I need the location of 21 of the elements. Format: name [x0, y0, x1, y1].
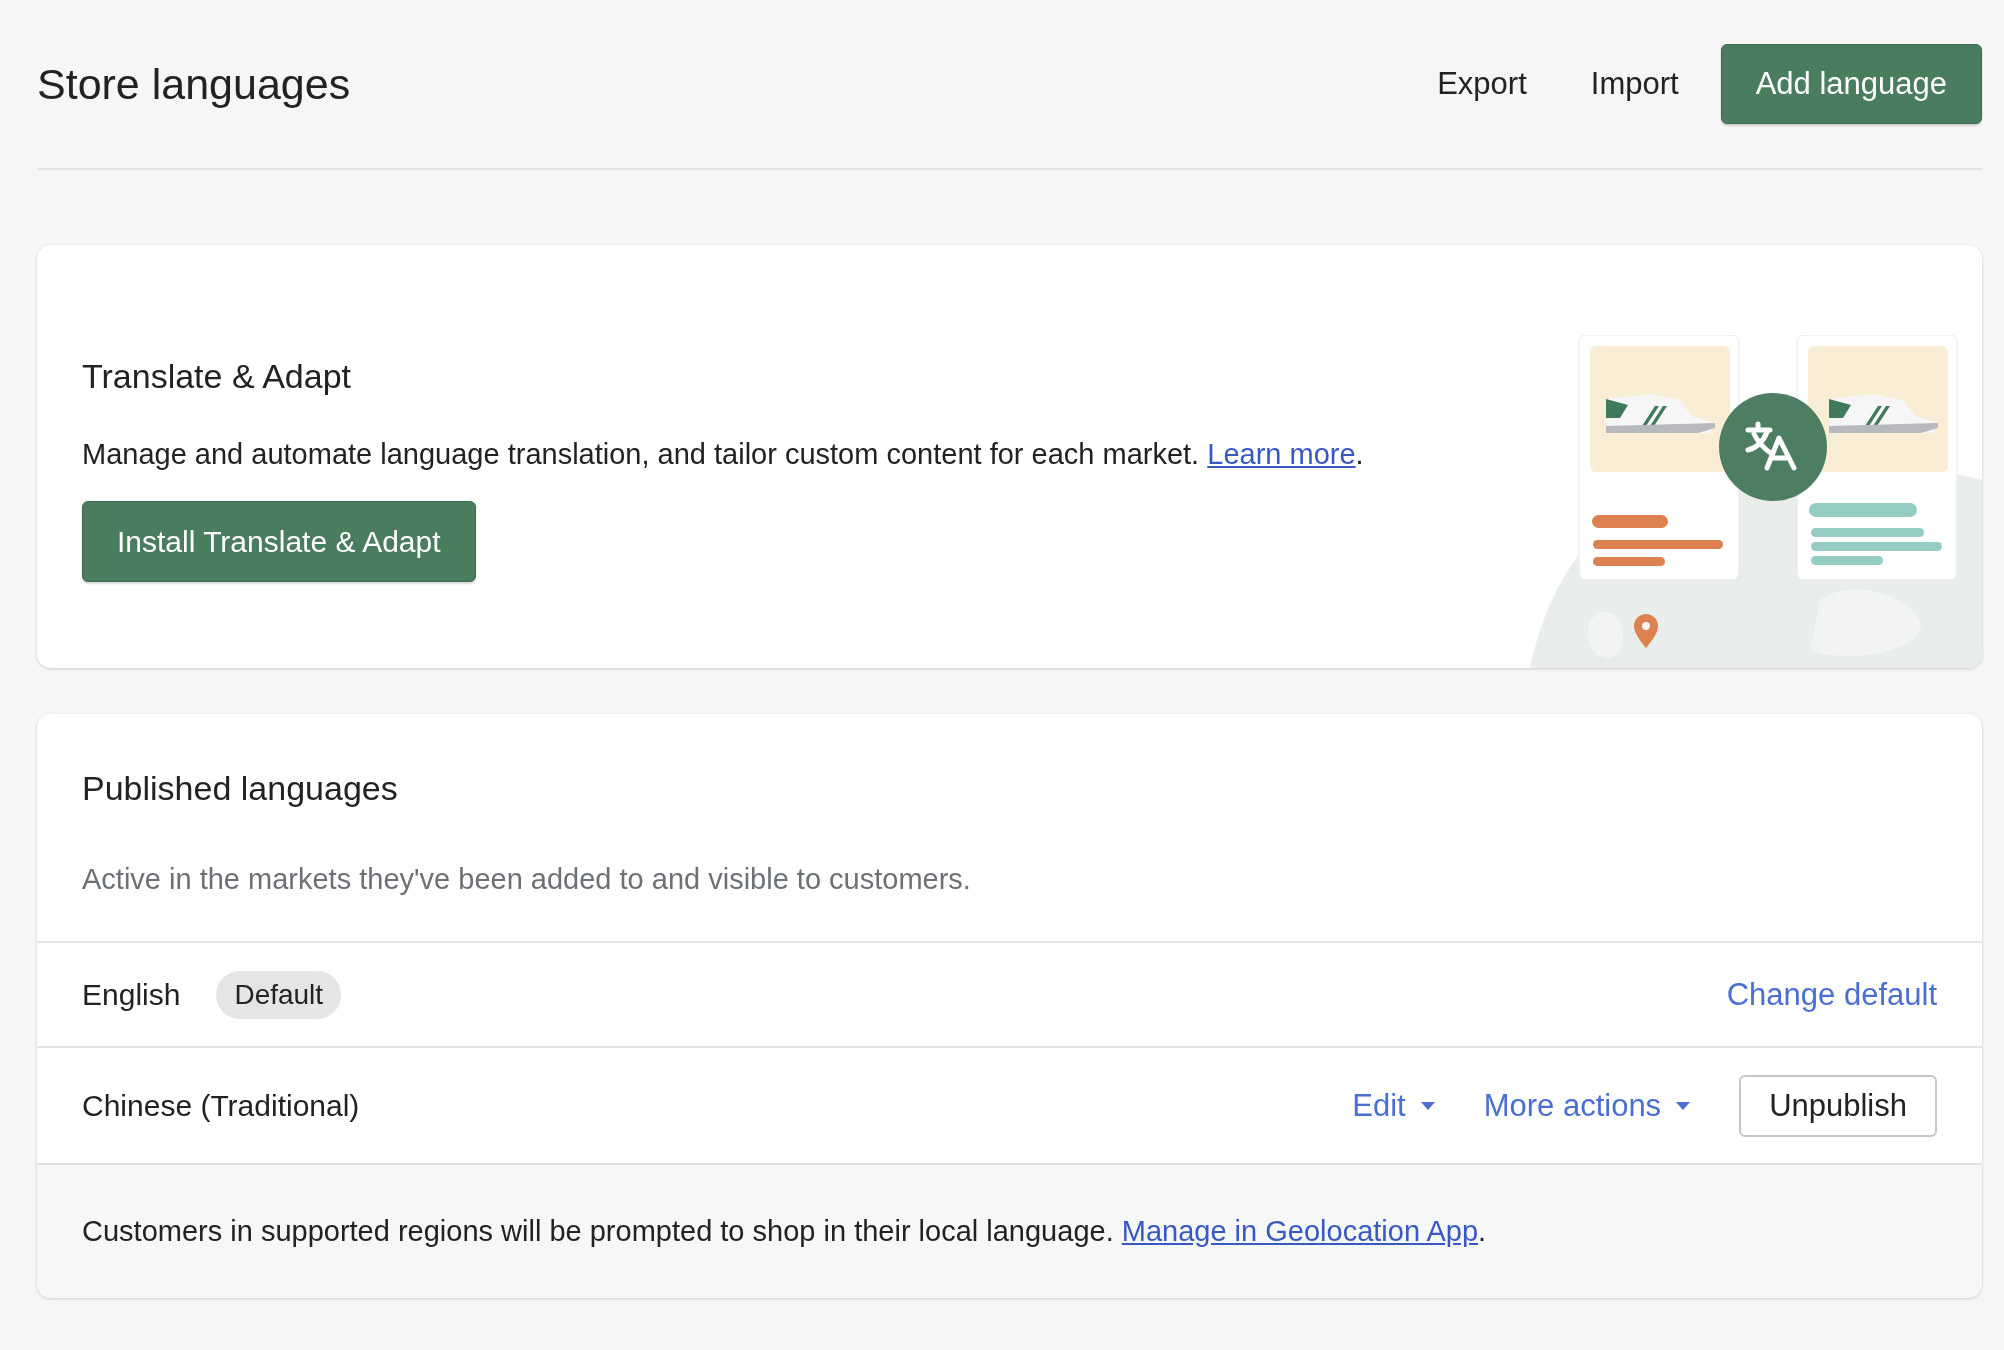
change-default-link[interactable]: Change default: [1726, 976, 1937, 1013]
page-title: Store languages: [37, 59, 351, 109]
header-action-button[interactable]: Export: [1415, 56, 1549, 112]
default-badge: Default: [216, 970, 342, 1019]
header-action-button[interactable]: Import: [1568, 56, 1701, 112]
caret-icon: [1675, 1100, 1692, 1111]
dropdown-menu-button[interactable]: Edit: [1352, 1087, 1436, 1124]
caret-icon: [1419, 1100, 1436, 1111]
add-language-button[interactable]: Add language: [1720, 44, 1982, 124]
footer-note: Customers in supported regions will be prompted to shop in their local language. Manage in Geolocation App.: [82, 1215, 1488, 1248]
learn-more-link[interactable]: Learn more: [1207, 438, 1356, 470]
geolocation-app-link[interactable]: Manage in Geolocation App: [1121, 1215, 1479, 1247]
promo-title: Translate & Adapt: [82, 357, 352, 396]
install-button[interactable]: Install Translate & Adapt: [82, 501, 476, 582]
section-title: Published languages: [82, 769, 399, 808]
language-name: Chinese (Traditional): [82, 1088, 360, 1123]
promo-description: Manage and automate language translation, and tailor custom content for each market. Learn more.: [82, 438, 1364, 471]
section-description: Active in the markets they've been added to and visible to customers.: [82, 863, 972, 896]
unpublish-button[interactable]: Unpublish: [1739, 1074, 1937, 1137]
dropdown-menu-button[interactable]: More actions: [1483, 1087, 1692, 1124]
language-name: English: [82, 977, 181, 1012]
